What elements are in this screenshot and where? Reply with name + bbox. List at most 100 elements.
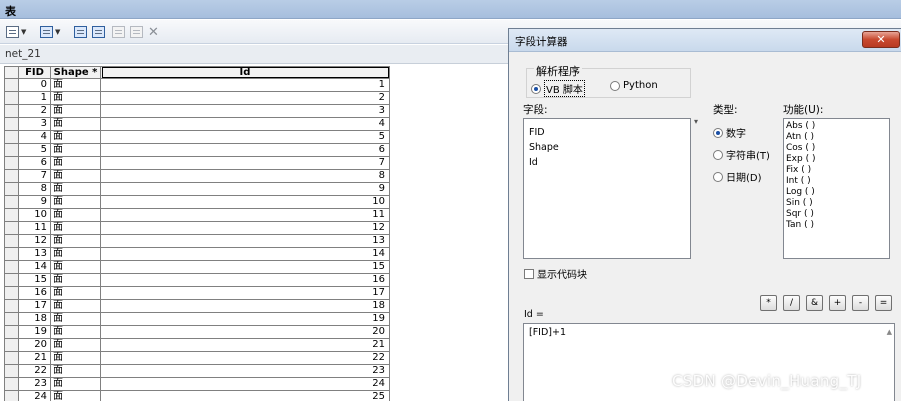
cell-shape[interactable]: 面 — [51, 352, 101, 365]
cell-fid[interactable]: 21 — [19, 352, 51, 365]
fields-list[interactable]: FID Shape Id — [523, 118, 691, 259]
function-item[interactable]: Fix ( ) — [784, 165, 889, 176]
cell-fid[interactable]: 0 — [19, 79, 51, 92]
cell-id[interactable]: 8 — [101, 170, 390, 183]
column-header-shape[interactable]: Shape * — [51, 66, 101, 79]
cell-fid[interactable]: 20 — [19, 339, 51, 352]
type-option-number[interactable]: 数字 — [713, 125, 746, 140]
cell-id[interactable]: 13 — [101, 235, 390, 248]
cell-shape[interactable]: 面 — [51, 196, 101, 209]
cell-shape[interactable]: 面 — [51, 118, 101, 131]
cell-fid[interactable]: 15 — [19, 274, 51, 287]
table-row[interactable]: 5面6 — [5, 144, 390, 157]
table-row[interactable]: 2面3 — [5, 105, 390, 118]
cell-shape[interactable]: 面 — [51, 131, 101, 144]
row-selector[interactable] — [5, 274, 19, 287]
cell-fid[interactable]: 2 — [19, 105, 51, 118]
field-item[interactable]: FID — [524, 125, 690, 140]
cell-id[interactable]: 9 — [101, 183, 390, 196]
cell-id[interactable]: 16 — [101, 274, 390, 287]
cell-fid[interactable]: 22 — [19, 365, 51, 378]
cell-fid[interactable]: 23 — [19, 378, 51, 391]
operator-plus-button[interactable]: + — [829, 295, 846, 311]
cell-id[interactable]: 14 — [101, 248, 390, 261]
type-option-date[interactable]: 日期(D) — [713, 169, 762, 184]
select-by-attributes-button[interactable] — [74, 24, 87, 40]
function-item[interactable]: Sqr ( ) — [784, 209, 889, 220]
table-row[interactable]: 8面9 — [5, 183, 390, 196]
table-row[interactable]: 11 面 12 — [5, 222, 390, 235]
cell-fid[interactable]: 9 — [19, 196, 51, 209]
row-selector[interactable] — [5, 339, 19, 352]
cell-shape[interactable]: 面 — [51, 365, 101, 378]
table-row[interactable]: 23 面 24 — [5, 378, 390, 391]
row-selector[interactable] — [5, 92, 19, 105]
table-row[interactable]: 0面1 — [5, 79, 390, 92]
cell-id[interactable]: 18 — [101, 300, 390, 313]
cell-id[interactable]: 11 — [101, 209, 390, 222]
table-row[interactable]: 10 面 11 — [5, 209, 390, 222]
table-row[interactable]: 9 面 10 — [5, 196, 390, 209]
row-selector[interactable] — [5, 313, 19, 326]
field-item[interactable]: Id — [524, 155, 690, 170]
cell-shape[interactable]: 面 — [51, 170, 101, 183]
column-header-fid[interactable]: FID — [19, 66, 51, 79]
cell-shape[interactable]: 面 — [51, 92, 101, 105]
zoom-to-selected-button[interactable] — [130, 24, 143, 40]
table-row[interactable]: 3面4 — [5, 118, 390, 131]
parser-option-python[interactable]: Python — [610, 80, 658, 91]
cell-shape[interactable]: 面 — [51, 209, 101, 222]
cell-shape[interactable]: 面 — [51, 313, 101, 326]
parser-option-vbscript[interactable]: VB 脚本 — [531, 80, 585, 97]
table-row[interactable]: 21 面 22 — [5, 352, 390, 365]
table-row[interactable]: 1面2 — [5, 92, 390, 105]
scroll-up-icon[interactable]: ▲ — [887, 328, 892, 336]
close-button[interactable]: ✕ — [862, 31, 900, 48]
functions-list[interactable]: Abs ( ) Atn ( ) Cos ( ) Exp ( ) Fix ( ) Int (… — [783, 118, 890, 259]
switch-selection-button[interactable] — [92, 24, 105, 40]
operator-concat-button[interactable]: & — [806, 295, 823, 311]
row-selector[interactable] — [5, 235, 19, 248]
row-selector[interactable] — [5, 365, 19, 378]
row-selector[interactable] — [5, 157, 19, 170]
cell-shape[interactable]: 面 — [51, 391, 101, 401]
cell-fid[interactable]: 8 — [19, 183, 51, 196]
table-row[interactable]: 14 面 15 — [5, 261, 390, 274]
cell-fid[interactable]: 16 — [19, 287, 51, 300]
cell-id[interactable]: 15 — [101, 261, 390, 274]
table-row[interactable]: 7面8 — [5, 170, 390, 183]
row-selector[interactable] — [5, 287, 19, 300]
cell-id[interactable]: 7 — [101, 157, 390, 170]
cell-id[interactable]: 22 — [101, 352, 390, 365]
cell-shape[interactable]: 面 — [51, 235, 101, 248]
table-options-button[interactable]: ▼ — [6, 24, 26, 40]
table-tab-label[interactable]: net_21 — [5, 48, 41, 60]
cell-shape[interactable]: 面 — [51, 261, 101, 274]
splitter-handle[interactable]: ▾ — [694, 117, 698, 126]
cell-fid[interactable]: 4 — [19, 131, 51, 144]
table-row[interactable]: 12 面 13 — [5, 235, 390, 248]
table-row[interactable]: 17 面 18 — [5, 300, 390, 313]
row-selector[interactable] — [5, 391, 19, 401]
table-row[interactable]: 19 面 20 — [5, 326, 390, 339]
cell-shape[interactable]: 面 — [51, 183, 101, 196]
function-item[interactable]: Cos ( ) — [784, 143, 889, 154]
table-row[interactable]: 16 面 17 — [5, 287, 390, 300]
row-selector[interactable] — [5, 261, 19, 274]
field-item[interactable]: Shape — [524, 140, 690, 155]
function-item[interactable]: Tan ( ) — [784, 220, 889, 231]
row-selector[interactable] — [5, 326, 19, 339]
function-item[interactable]: Sin ( ) — [784, 198, 889, 209]
cell-fid[interactable]: 7 — [19, 170, 51, 183]
cell-id[interactable]: 5 — [101, 131, 390, 144]
row-selector[interactable] — [5, 131, 19, 144]
cell-shape[interactable]: 面 — [51, 378, 101, 391]
cell-id[interactable]: 23 — [101, 365, 390, 378]
cell-shape[interactable]: 面 — [51, 79, 101, 92]
row-selector[interactable] — [5, 105, 19, 118]
cell-id[interactable]: 2 — [101, 92, 390, 105]
function-item[interactable]: Abs ( ) — [784, 121, 889, 132]
select-all-cell[interactable] — [5, 66, 19, 79]
cell-id[interactable]: 21 — [101, 339, 390, 352]
table-row[interactable]: 18 面 19 — [5, 313, 390, 326]
